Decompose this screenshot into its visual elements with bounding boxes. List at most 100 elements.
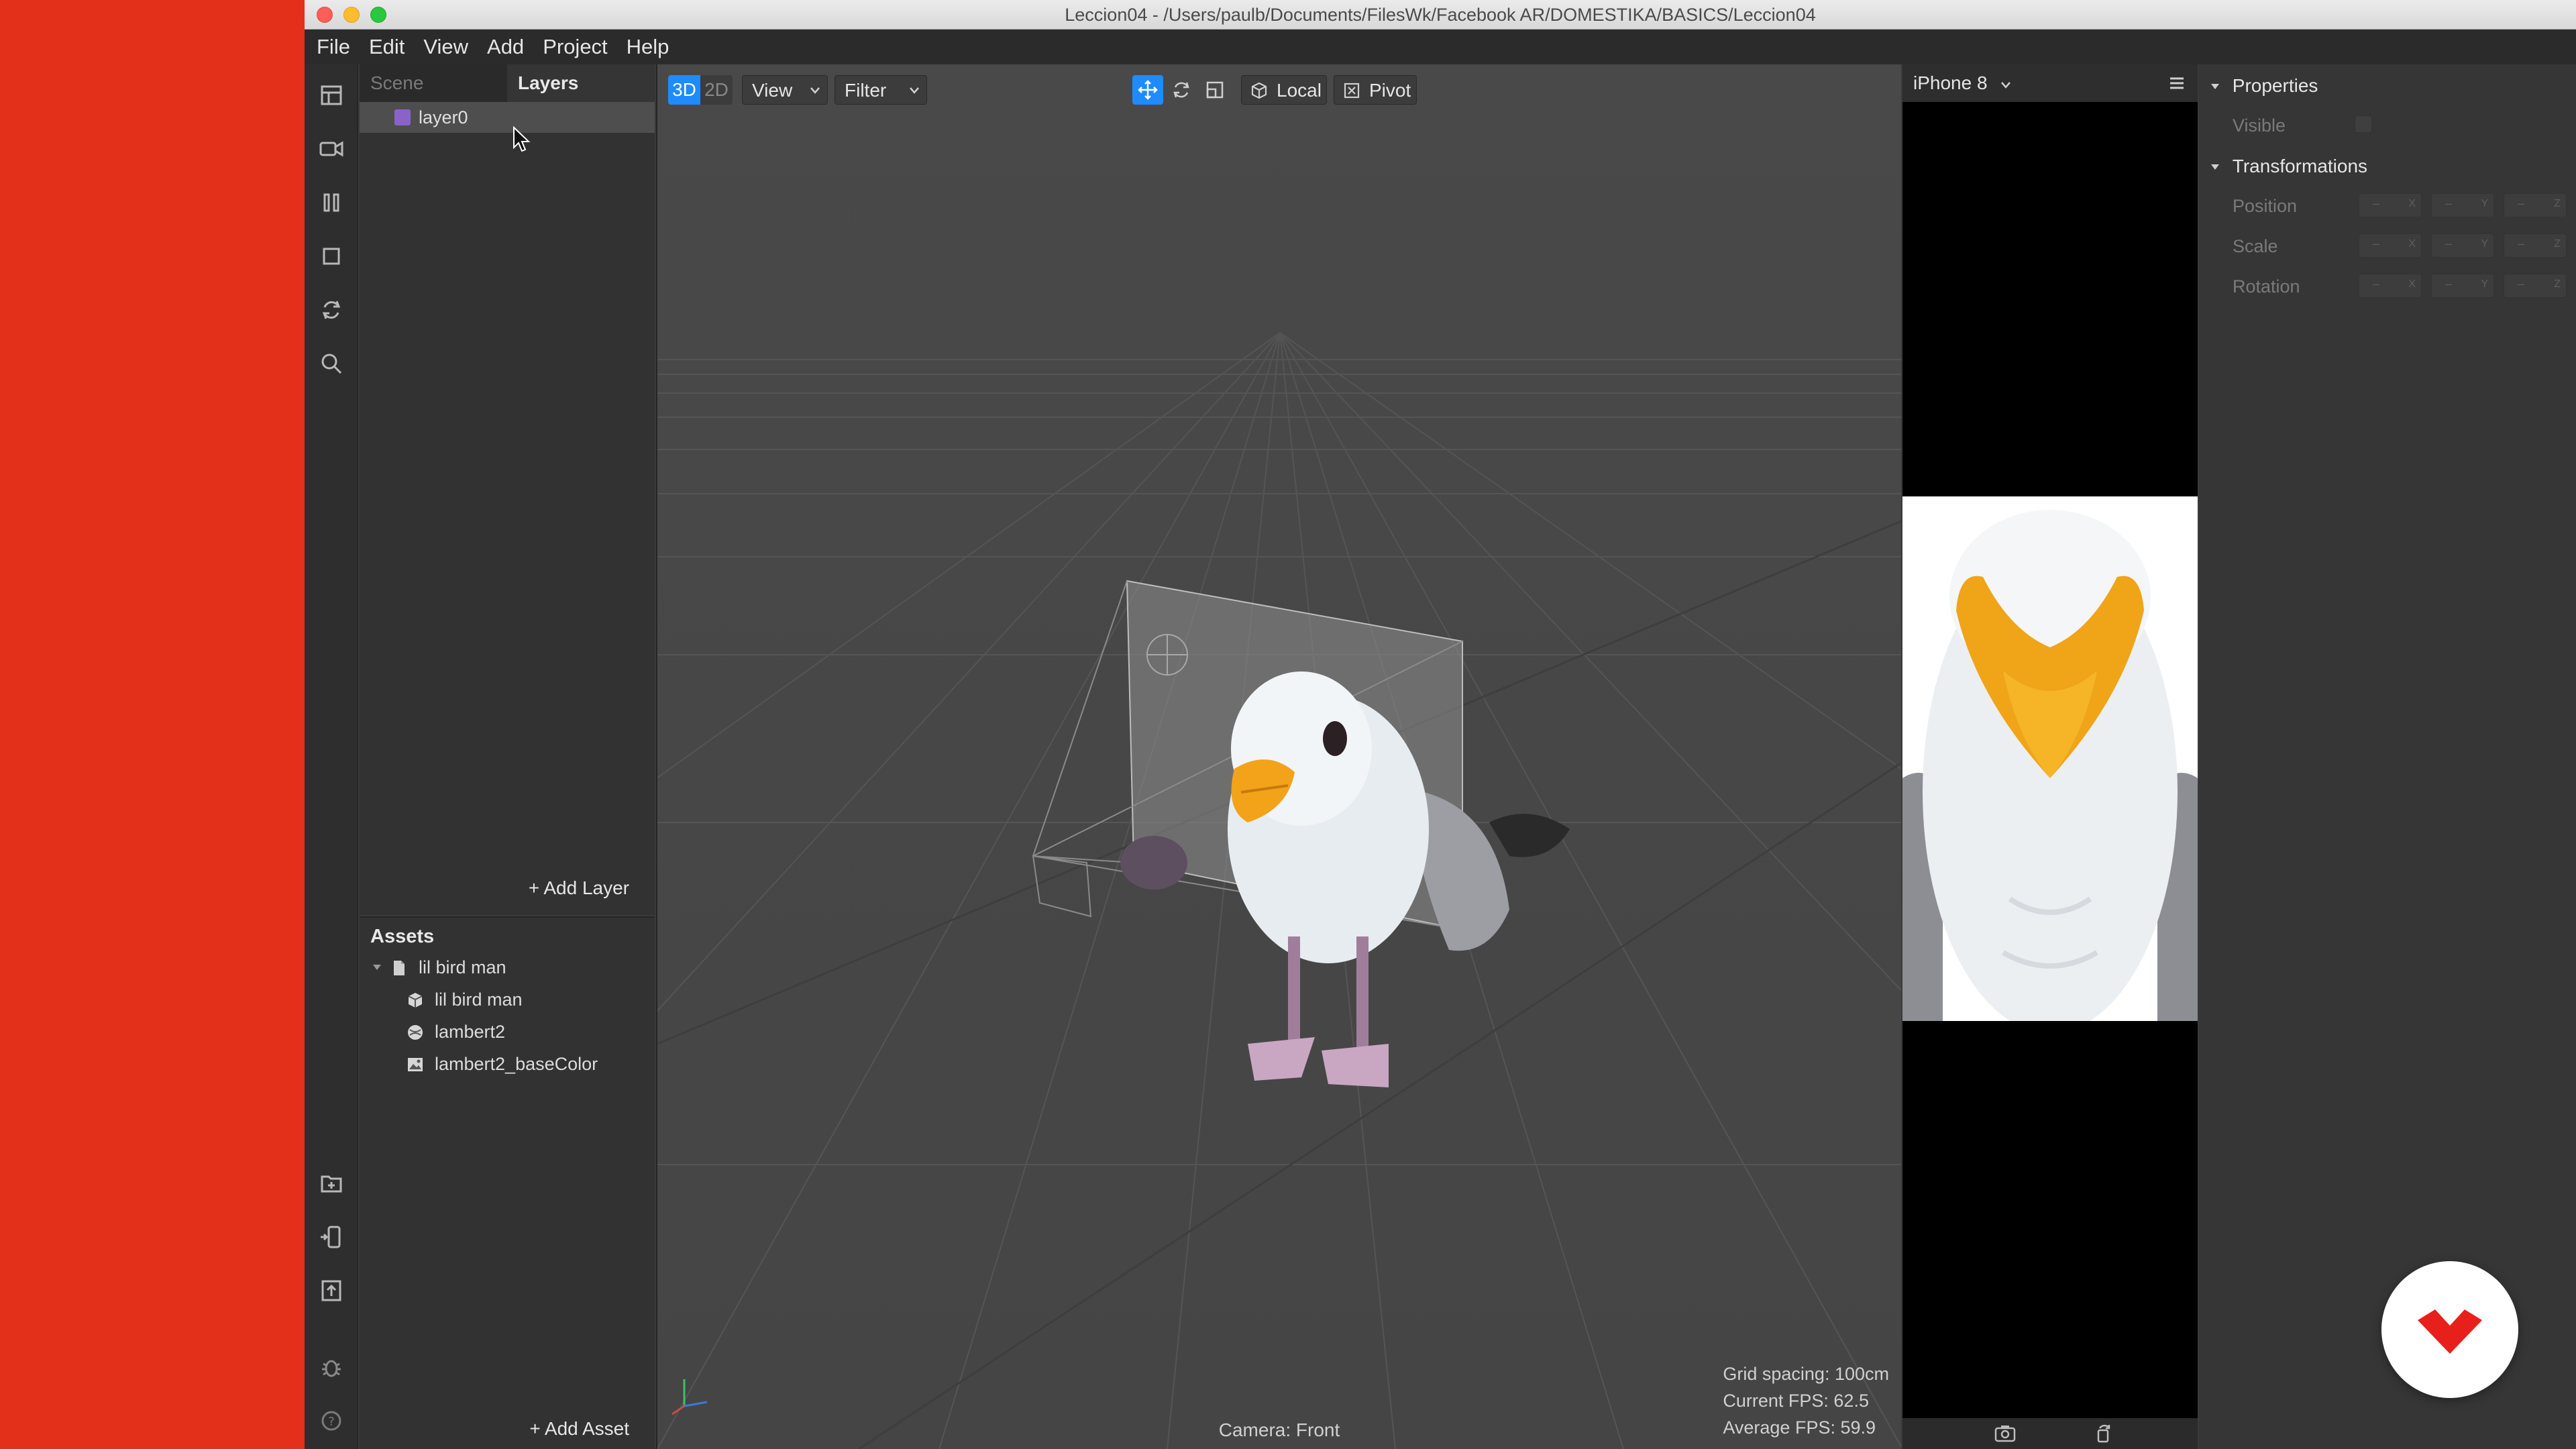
layer-name: layer0 (419, 107, 468, 127)
view-dropdown-label: View (752, 80, 793, 101)
chevron-down-icon (2211, 164, 2219, 170)
import-icon[interactable] (317, 1169, 346, 1198)
filter-dropdown[interactable]: Filter (835, 75, 927, 105)
pivot-label: Pivot (1369, 80, 1411, 101)
menu-add[interactable]: Add (487, 35, 524, 59)
asset-mesh-row[interactable]: lil bird man (360, 983, 655, 1016)
help-icon[interactable]: ? (317, 1406, 346, 1436)
rotate-device-icon[interactable] (2093, 1424, 2113, 1444)
upload-icon[interactable] (317, 1276, 346, 1305)
average-fps-readout: Average FPS: 59.9 (1723, 1417, 1876, 1438)
axis-label: X (2408, 238, 2416, 250)
rotate-icon[interactable] (1166, 75, 1197, 105)
properties-section-header[interactable]: Properties (2210, 75, 2318, 97)
field-value: – (2445, 277, 2453, 290)
scene-viewport[interactable]: 3D 2D View Filter Local Pivot Camera: Fr… (656, 64, 1901, 1449)
stop-icon[interactable] (317, 241, 346, 271)
rotation-z-field[interactable]: – Z (2504, 274, 2567, 298)
axis-label: Z (2554, 238, 2561, 250)
axis-label: Y (2481, 238, 2488, 250)
tab-layers[interactable]: Layers (507, 64, 655, 102)
window-title: Leccion04 - /Users/paulb/Documents/Files… (1065, 5, 1816, 25)
asset-texture-row[interactable]: lambert2_baseColor (360, 1048, 655, 1080)
position-z-field[interactable]: – Z (2504, 193, 2567, 217)
assets-title: Assets (370, 926, 435, 947)
menu-view[interactable]: View (423, 35, 468, 59)
layer-row[interactable]: layer0 (360, 102, 655, 133)
cube-icon (1251, 82, 1267, 99)
mesh-cube-icon (408, 993, 423, 1008)
menu-project[interactable]: Project (543, 35, 607, 59)
local-space-button[interactable]: Local (1241, 75, 1327, 105)
visible-checkbox[interactable] (2355, 115, 2372, 133)
field-value: – (2373, 237, 2380, 250)
add-layer-button[interactable]: + Add Layer (529, 877, 629, 899)
axis-label: X (2408, 198, 2416, 209)
scale-x-field[interactable]: – X (2359, 233, 2422, 258)
scale-y-field[interactable]: – Y (2431, 233, 2494, 258)
position-label: Position (2233, 196, 2298, 216)
asset-label: lil bird man (435, 989, 523, 1010)
panel-tabs: Scene Layers (360, 64, 655, 102)
add-asset-button[interactable]: + Add Asset (529, 1418, 629, 1440)
rotation-x-field[interactable]: – X (2359, 274, 2422, 298)
simulator-header: iPhone 8 (1902, 64, 2198, 102)
refresh-icon[interactable] (317, 295, 346, 325)
material-sphere-icon (408, 1025, 423, 1040)
grid-spacing-readout: Grid spacing: 100cm (1723, 1364, 1889, 1384)
field-value: – (2518, 237, 2525, 250)
layout-icon[interactable] (317, 80, 346, 110)
menu-edit[interactable]: Edit (369, 35, 405, 59)
dimension-toggle: 3D 2D (668, 75, 735, 105)
search-icon[interactable] (317, 349, 346, 378)
move-icon[interactable] (1132, 75, 1163, 105)
properties-title: Properties (2232, 75, 2318, 96)
rotation-y-field[interactable]: – Y (2431, 274, 2494, 298)
svg-text:?: ? (328, 1415, 335, 1429)
position-x-field[interactable]: – X (2359, 193, 2422, 217)
axis-label: Y (2481, 278, 2488, 290)
bug-icon[interactable] (317, 1352, 346, 1382)
chevron-down-icon (2211, 84, 2219, 89)
view-dropdown[interactable]: View (742, 75, 828, 105)
screenshot-camera-icon[interactable] (1994, 1424, 2017, 1444)
transform-tools (1132, 75, 1233, 105)
chevron-down-icon[interactable] (372, 962, 382, 973)
transformations-section-header[interactable]: Transformations (2210, 156, 2367, 177)
texture-image-icon (408, 1058, 423, 1071)
field-value: – (2518, 277, 2525, 290)
camera-icon[interactable] (317, 134, 346, 164)
filter-dropdown-label: Filter (845, 80, 887, 101)
pause-icon[interactable] (317, 188, 346, 217)
device-preview-icon[interactable] (317, 1222, 346, 1252)
menu-help[interactable]: Help (627, 35, 669, 59)
axis-label: X (2408, 278, 2416, 290)
field-value: – (2373, 277, 2380, 290)
left-toolbar: ? (305, 64, 358, 1449)
properties-panel: Properties Visible Transformations Posit… (2199, 64, 2576, 1449)
asset-label: lil bird man (419, 957, 506, 977)
file-icon (394, 961, 405, 975)
axis-label: Y (2481, 198, 2488, 209)
mode-3d-button[interactable]: 3D (668, 75, 700, 105)
scale-z-field[interactable]: – Z (2504, 233, 2567, 258)
device-selector[interactable]: iPhone 8 (1913, 64, 2011, 102)
chevron-down-icon (2001, 82, 2011, 89)
viewport-stats: Grid spacing: 100cm Current FPS: 62.5 Av… (1723, 1360, 1889, 1441)
asset-label: lambert2 (435, 1022, 506, 1042)
scale-icon[interactable] (1199, 75, 1230, 105)
tab-scene[interactable]: Scene (360, 64, 507, 102)
scale-label: Scale (2233, 236, 2278, 256)
hamburger-menu-icon[interactable] (2168, 75, 2186, 91)
simulator-preview (1902, 496, 2198, 1021)
axis-label: Z (2554, 278, 2561, 290)
pivot-button[interactable]: Pivot (1334, 75, 1417, 105)
field-value: – (2373, 197, 2380, 210)
menu-file[interactable]: File (317, 35, 350, 59)
device-name: iPhone 8 (1913, 72, 1988, 93)
pivot-icon (1344, 83, 1360, 99)
asset-folder-row[interactable]: lil bird man (360, 951, 655, 983)
asset-material-row[interactable]: lambert2 (360, 1016, 655, 1048)
mode-2d-button[interactable]: 2D (700, 75, 733, 105)
position-y-field[interactable]: – Y (2431, 193, 2494, 217)
